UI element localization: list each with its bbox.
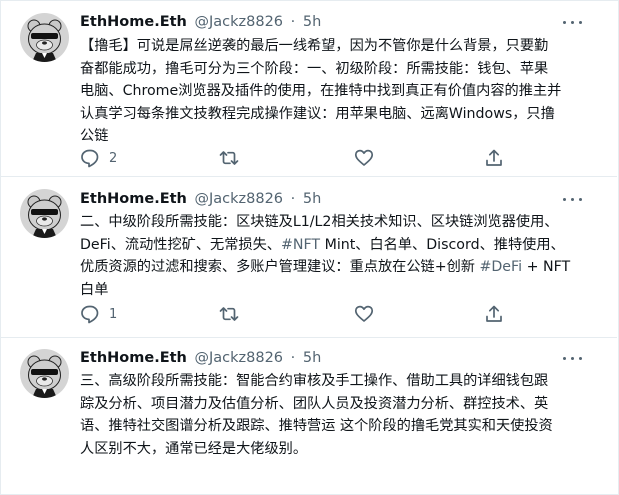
- display-name[interactable]: EthHome.Eth: [80, 350, 187, 366]
- tweet-text-segment: Mint、白名单、Discord、推特使用、: [320, 236, 565, 253]
- retweet-icon[interactable]: [219, 304, 239, 324]
- tweet-header: EthHome.Eth @Jackz8826 · 5h: [80, 11, 321, 33]
- tweet-text-line: 电脑、Chrome浏览器及插件的使用，在推特中找到真正有价值内容的推主并: [80, 83, 562, 99]
- avatar[interactable]: [20, 349, 69, 398]
- user-handle[interactable]: @Jackz8826: [194, 14, 283, 30]
- tweet-text-line: 认真学习每条推文技教程完成操作建议：用苹果电脑、远离Windows，只撸: [80, 105, 555, 122]
- like-button[interactable]: [354, 304, 374, 324]
- share-button[interactable]: [484, 148, 504, 168]
- tweet-text-segment: + NFT: [522, 259, 571, 275]
- timestamp[interactable]: 5h: [303, 14, 321, 30]
- reply-icon[interactable]: [80, 148, 100, 168]
- tweet-text-line: DeFi、流动性挖矿、无常损失、#NFT Mint、白名单、Discord、推特…: [80, 234, 595, 257]
- tweet[interactable]: EthHome.Eth @Jackz8826 · 5h 【撸毛】可说是屌丝逆袭的…: [0, 0, 617, 177]
- tweet-text-segment: 优质资源的过滤和搜索、多账户管理建议：重点放在公链+创新: [80, 259, 480, 275]
- timestamp[interactable]: 5h: [303, 191, 321, 207]
- tweet-text-line: 人区别不大，通常已经是大佬级别。: [80, 440, 308, 457]
- more-icon[interactable]: [561, 15, 587, 31]
- like-button[interactable]: [354, 148, 374, 168]
- share-button[interactable]: [484, 304, 504, 324]
- display-name[interactable]: EthHome.Eth: [80, 14, 187, 30]
- tweet[interactable]: EthHome.Eth @Jackz8826 · 5h 二、中级阶段所需技能：区…: [0, 177, 617, 338]
- tweet-text: 三、高级阶段所需技能：智能合约审核及手工操作、借助工具的详细钱包跟 踪及分析、项…: [80, 370, 595, 460]
- tweet-text-segment: DeFi、流动性挖矿、无常损失、: [80, 236, 281, 253]
- tweet-text-line: 优质资源的过滤和搜索、多账户管理建议：重点放在公链+创新 #DeFi + NFT: [80, 256, 595, 279]
- display-name[interactable]: EthHome.Eth: [80, 191, 187, 207]
- tweet-text-line: 三、高级阶段所需技能：智能合约审核及手工操作、借助工具的详细钱包跟: [80, 373, 549, 389]
- tweet-text: 二、中级阶段所需技能：区块链及L1/L2相关技术知识、区块链浏览器使用、 DeF…: [80, 211, 595, 301]
- tweet-text-line: 语、推特社交图谱分析及跟踪、推特营运 这个阶段的撸毛党其实和天使投资: [80, 418, 553, 434]
- avatar[interactable]: [20, 13, 69, 62]
- tweet-text-line: 白单: [80, 281, 109, 298]
- tweet-text-line: 踪及分析、项目潜力及估值分析、团队人员及投资潜力分析、群控技术、英: [80, 395, 549, 412]
- like-icon[interactable]: [354, 304, 374, 324]
- tweet[interactable]: EthHome.Eth @Jackz8826 · 5h 三、高级阶段所需技能：智…: [0, 338, 617, 493]
- separator-dot: ·: [290, 350, 296, 366]
- tweet-text-line: 奋都能成功，撸毛可分为三个阶段：一、初级阶段：所需技能：钱包、苹果: [80, 60, 549, 77]
- reply-icon[interactable]: [80, 304, 100, 324]
- more-icon[interactable]: [561, 192, 587, 208]
- avatar[interactable]: [20, 189, 69, 238]
- reply-button[interactable]: 1: [80, 304, 117, 324]
- retweet-button[interactable]: [219, 304, 239, 324]
- share-icon[interactable]: [484, 148, 504, 168]
- tweet-text-line: 二、中级阶段所需技能：区块链及L1/L2相关技术知识、区块链浏览器使用、: [80, 214, 559, 230]
- reply-button[interactable]: 2: [80, 148, 117, 168]
- user-handle[interactable]: @Jackz8826: [194, 191, 283, 207]
- more-icon[interactable]: [561, 351, 587, 367]
- reply-count: 1: [109, 306, 118, 322]
- hashtag-link[interactable]: #DeFi: [479, 259, 522, 275]
- retweet-icon[interactable]: [219, 148, 239, 168]
- separator-dot: ·: [290, 191, 296, 207]
- reply-count: 2: [109, 150, 118, 166]
- hashtag-link[interactable]: #NFT: [281, 237, 320, 253]
- share-icon[interactable]: [484, 304, 504, 324]
- like-icon[interactable]: [354, 148, 374, 168]
- tweet-header: EthHome.Eth @Jackz8826 · 5h: [80, 188, 321, 210]
- tweet-text: 【撸毛】可说是屌丝逆袭的最后一线希望，因为不管你是什么背景，只要勤 奋都能成功，…: [80, 35, 595, 148]
- tweet-text-line: 【撸毛】可说是屌丝逆袭的最后一线希望，因为不管你是什么背景，只要勤: [80, 38, 549, 54]
- timestamp[interactable]: 5h: [303, 350, 321, 366]
- retweet-button[interactable]: [219, 148, 239, 168]
- tweet-header: EthHome.Eth @Jackz8826 · 5h: [80, 347, 321, 369]
- user-handle[interactable]: @Jackz8826: [194, 350, 283, 366]
- separator-dot: ·: [290, 14, 296, 30]
- tweet-text-line: 公链: [80, 128, 109, 144]
